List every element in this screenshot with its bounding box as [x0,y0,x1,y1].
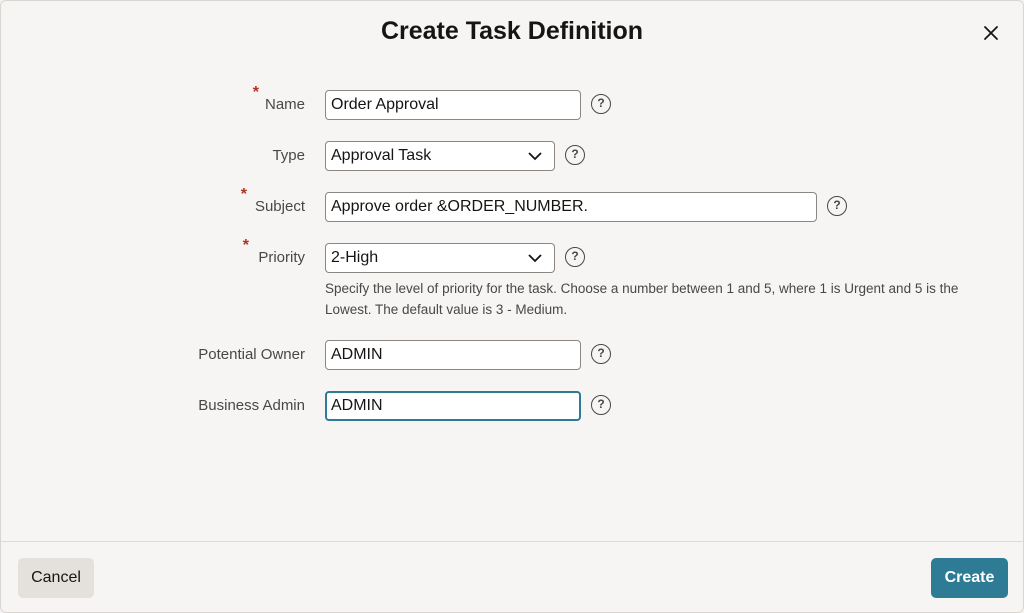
type-select[interactable]: Approval Task [325,141,555,171]
cancel-button[interactable]: Cancel [18,558,94,598]
priority-row: * Priority 2-High ? [1,237,1024,273]
subject-row: * Subject Approve order &ORDER_NUMBER. ? [1,186,1024,222]
priority-hint: Specify the level of priority for the ta… [325,281,959,317]
required-marker: * [240,186,247,203]
footer-divider [1,541,1023,542]
help-icon[interactable]: ? [591,395,611,415]
subject-label: Subject [254,198,305,215]
priority-label: Priority [258,249,305,266]
required-marker: * [252,84,259,101]
name-row: * Name Order Approval ? [1,84,1024,120]
potential-owner-label: Potential Owner [198,346,305,363]
help-icon[interactable]: ? [565,145,585,165]
name-input[interactable]: Order Approval [325,90,581,120]
create-button[interactable]: Create [931,558,1008,598]
chevron-down-icon [528,254,542,263]
priority-select[interactable]: 2-High [325,243,555,273]
business-admin-label: Business Admin [198,397,305,414]
priority-select-value: 2-High [331,249,379,266]
subject-input[interactable]: Approve order &ORDER_NUMBER. [325,192,817,222]
potential-owner-row: Potential Owner ADMIN ? [1,340,1024,370]
chevron-down-icon [528,152,542,161]
type-label: Type [272,147,305,164]
name-label: Name [264,96,305,113]
close-icon[interactable] [979,21,1003,45]
type-select-value: Approval Task [331,147,432,164]
help-icon[interactable]: ? [591,94,611,114]
help-icon[interactable]: ? [827,196,847,216]
potential-owner-input[interactable]: ADMIN [325,340,581,370]
required-marker: * [242,237,249,254]
dialog-title: Create Task Definition [380,17,644,45]
business-admin-row: Business Admin ADMIN ? [1,391,1024,421]
help-icon[interactable]: ? [591,344,611,364]
type-row: Type Approval Task ? [1,141,1024,171]
create-task-dialog: Create Task Definition * Name Order Appr… [0,0,1024,613]
help-icon[interactable]: ? [565,247,585,267]
business-admin-input[interactable]: ADMIN [325,391,581,421]
